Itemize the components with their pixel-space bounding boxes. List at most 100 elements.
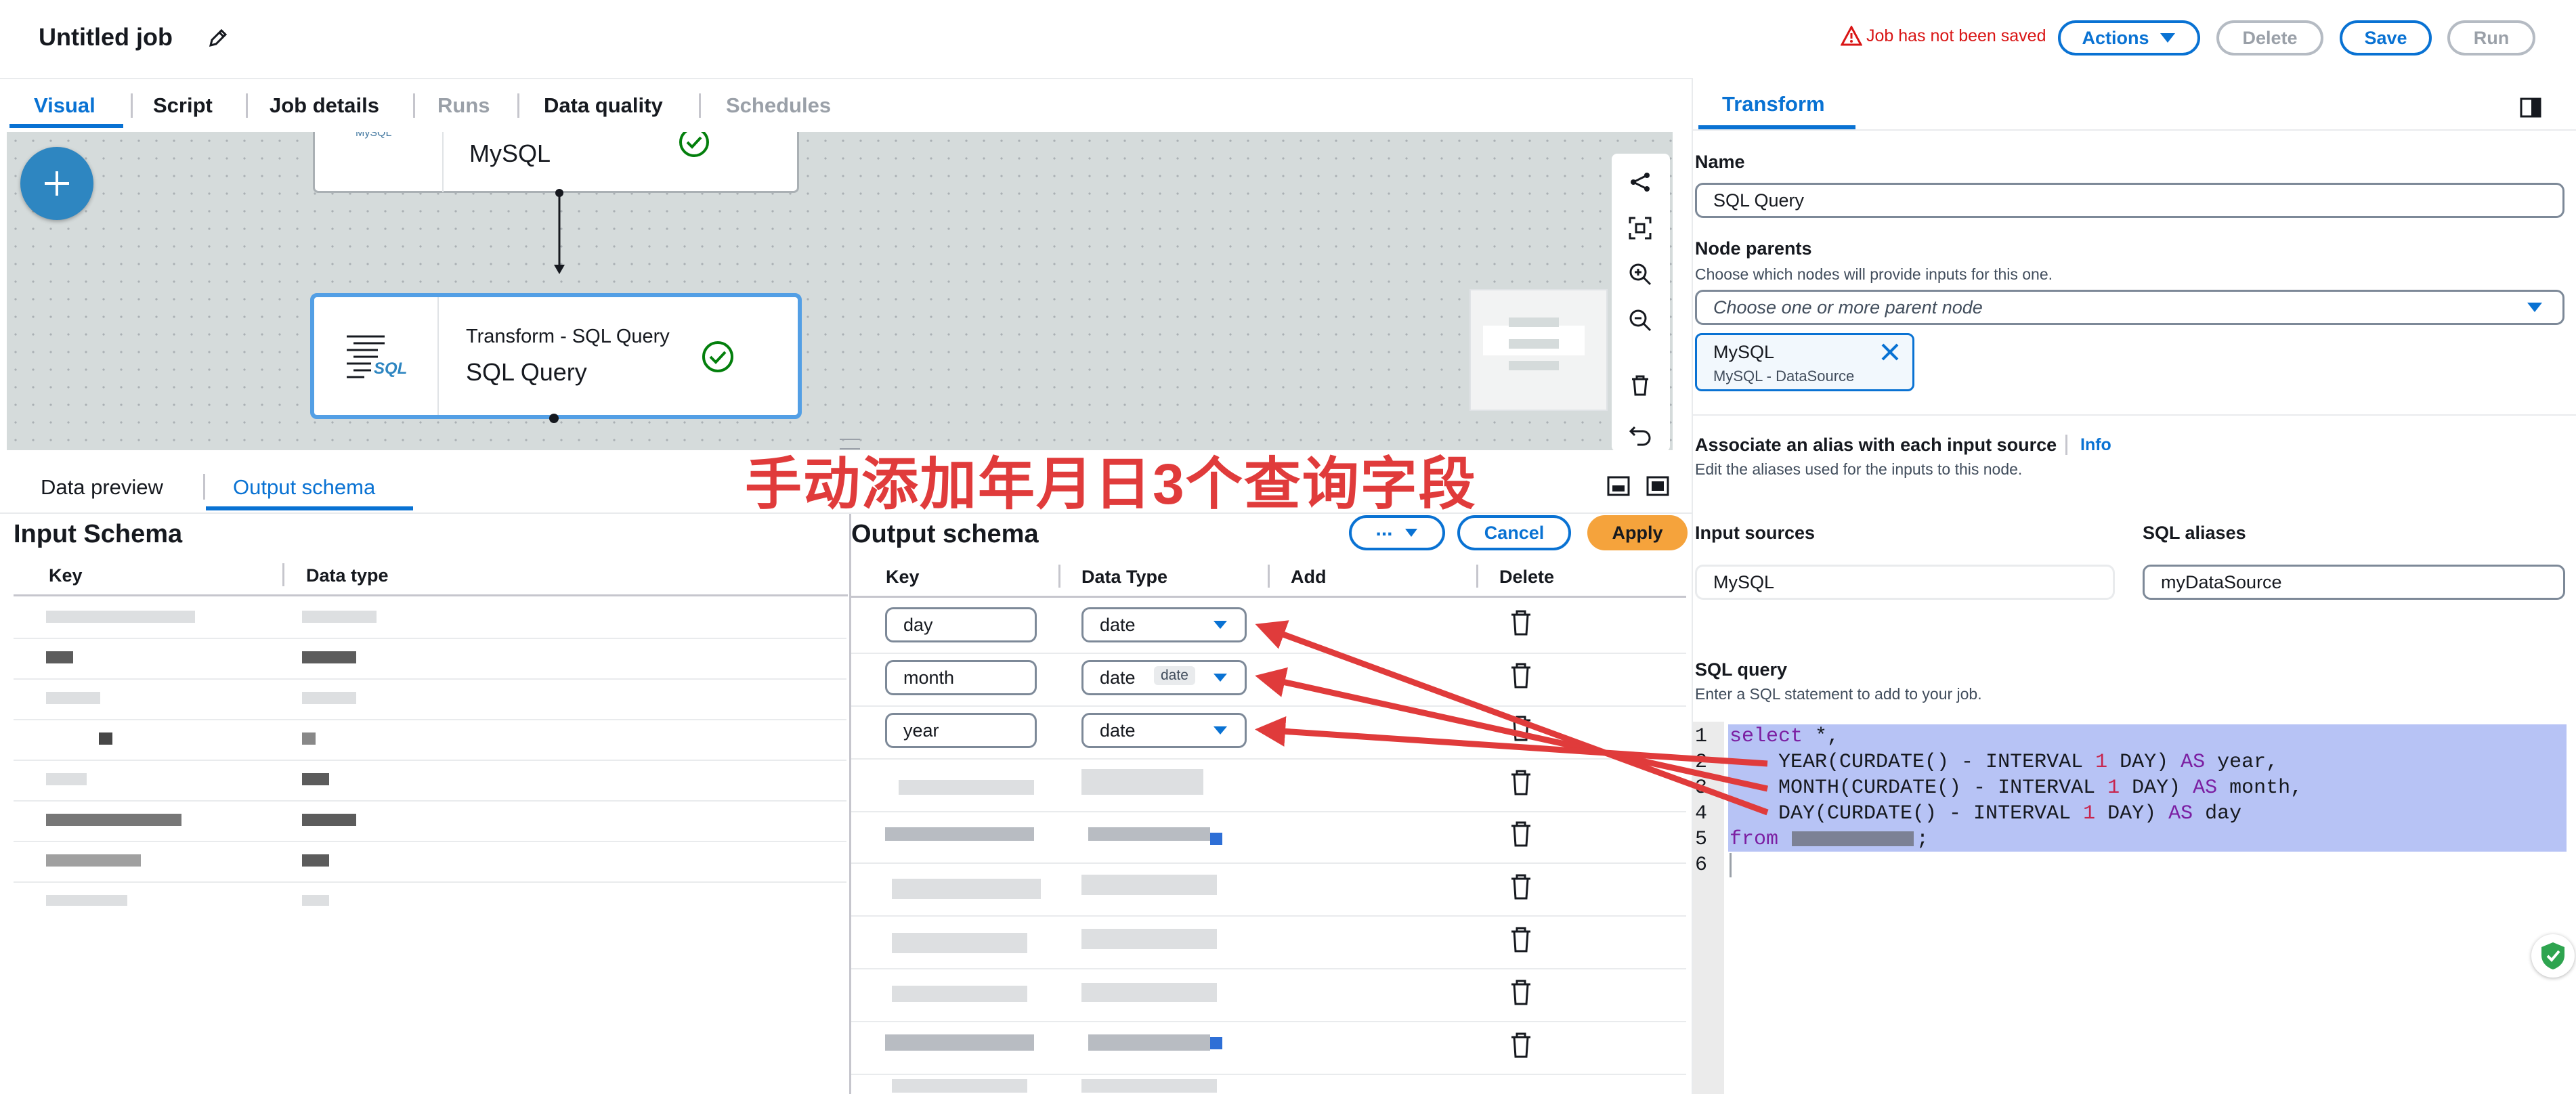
redacted-type: [302, 651, 356, 663]
sql-alias-input[interactable]: myDataSource: [2143, 565, 2565, 600]
tab-transform[interactable]: Transform: [1722, 92, 1825, 116]
output-schema-title: Output schema: [851, 520, 1039, 548]
code-line-1: select *,: [1730, 725, 1839, 748]
section-divider: [1693, 414, 2576, 416]
delete-node-icon[interactable]: [1628, 373, 1652, 397]
tab-data-preview[interactable]: Data preview: [41, 475, 163, 500]
redacted-key: [885, 1034, 1034, 1051]
more-actions-button[interactable]: ...: [1349, 515, 1445, 550]
sql-icon-text: SQL: [374, 359, 408, 378]
redacted-key: [892, 1079, 1027, 1093]
remove-token-icon[interactable]: [1880, 342, 1900, 362]
sql-query-node[interactable]: SQL Transform - SQL Query SQL Query: [310, 293, 802, 423]
tab-job-details[interactable]: Job details: [270, 93, 379, 118]
node-parents-select[interactable]: Choose one or more parent node: [1695, 290, 2564, 325]
output-port[interactable]: [549, 414, 559, 423]
trash-icon[interactable]: [1509, 609, 1533, 636]
sql-text: DAY): [2120, 776, 2193, 800]
sql-number: 1: [2107, 776, 2120, 800]
tab-runs[interactable]: Runs: [437, 93, 490, 118]
edit-title-icon[interactable]: [206, 26, 230, 50]
cancel-button[interactable]: Cancel: [1457, 515, 1571, 550]
input-header-line: [14, 594, 848, 596]
key-input-day[interactable]: day: [885, 607, 1037, 642]
tab-script[interactable]: Script: [153, 93, 213, 118]
zoom-out-icon[interactable]: [1628, 308, 1652, 332]
sql-number: 1: [2083, 802, 2096, 825]
page-title: Untitled job: [39, 23, 173, 51]
redacted-type: [1088, 827, 1210, 841]
type-select-month[interactable]: date date: [1081, 660, 1247, 695]
mysql-node[interactable]: MySQL MySQL: [313, 132, 799, 193]
actions-button[interactable]: Actions: [2058, 20, 2200, 56]
zoom-in-icon[interactable]: [1628, 262, 1652, 286]
minimap[interactable]: [1469, 289, 1608, 411]
trash-icon[interactable]: [1509, 1032, 1533, 1059]
mysql-logo: MySQL: [356, 132, 392, 139]
redacted-type: [1081, 1079, 1217, 1093]
trash-icon[interactable]: [1509, 926, 1533, 953]
add-node-button[interactable]: [20, 147, 93, 220]
check-circle-icon: [702, 341, 733, 372]
trash-icon[interactable]: [1509, 662, 1533, 689]
minimap-node: [1509, 318, 1559, 327]
sql-text: DAY): [2107, 751, 2181, 774]
caret-down-icon: [2160, 33, 2175, 43]
node-parents-label: Node parents: [1695, 238, 1812, 259]
minimap-node: [1509, 339, 1559, 349]
type-select-day[interactable]: date: [1081, 607, 1247, 642]
undo-icon[interactable]: [1628, 423, 1652, 447]
trash-icon[interactable]: [1509, 820, 1533, 848]
trash-icon[interactable]: [1509, 769, 1533, 796]
col-separator: [1058, 565, 1060, 588]
redacted-type: [302, 732, 316, 745]
line-number: 3: [1695, 776, 1708, 800]
redacted-table-name: [1792, 831, 1914, 846]
caret-down-icon: [1214, 621, 1227, 629]
table-row: [851, 653, 1686, 654]
redacted-key: [46, 854, 141, 867]
delete-button[interactable]: Delete: [2216, 20, 2323, 56]
security-badge[interactable]: [2531, 934, 2575, 978]
split-view-icon[interactable]: [1606, 474, 1631, 498]
maximize-icon[interactable]: [1646, 474, 1670, 498]
redacted-type: [302, 692, 356, 704]
sql-keyword: from: [1730, 828, 1779, 851]
token-title: MySQL: [1713, 342, 1775, 362]
layout-icon[interactable]: [1628, 170, 1652, 194]
tab-data-quality[interactable]: Data quality: [544, 93, 663, 118]
tab-visual[interactable]: Visual: [34, 93, 95, 118]
type-select-year[interactable]: date: [1081, 713, 1247, 748]
save-button[interactable]: Save: [2340, 20, 2432, 56]
trash-icon[interactable]: [1509, 715, 1533, 742]
sql-text: month,: [2217, 776, 2303, 800]
tab-separator: [246, 93, 248, 118]
shield-check-icon: [2541, 942, 2564, 969]
info-link[interactable]: Info: [2080, 435, 2111, 455]
code-line-5: from;: [1730, 828, 1929, 851]
node-divider: [442, 132, 444, 192]
tab-schedules[interactable]: Schedules: [726, 93, 831, 118]
trash-icon[interactable]: [1509, 873, 1533, 900]
redacted-type: [1081, 983, 1217, 1002]
trash-icon[interactable]: [1509, 979, 1533, 1006]
table-row: [14, 841, 846, 842]
redacted-key: [46, 611, 195, 623]
key-input-year[interactable]: year: [885, 713, 1037, 748]
sql-keyword: AS: [2193, 776, 2218, 800]
apply-button[interactable]: Apply: [1587, 515, 1688, 550]
col-separator: [1476, 565, 1478, 588]
tab-output-schema[interactable]: Output schema: [233, 475, 375, 500]
table-row: [851, 705, 1686, 707]
redacted-key: [892, 879, 1041, 899]
key-input-month[interactable]: month: [885, 660, 1037, 695]
visual-canvas[interactable]: MySQL MySQL SQL Transform - SQL Query SQ…: [7, 132, 1673, 450]
run-button[interactable]: Run: [2447, 20, 2535, 56]
panel-toggle-icon[interactable]: [2519, 96, 2542, 119]
fit-view-icon[interactable]: [1628, 216, 1652, 240]
sql-text: year,: [2205, 751, 2279, 774]
redacted-key: [892, 986, 1027, 1002]
alias-label: Associate an alias with each input sourc…: [1695, 435, 2057, 455]
mysql-node-title: MySQL: [469, 139, 551, 167]
name-input[interactable]: SQL Query: [1695, 183, 2564, 218]
